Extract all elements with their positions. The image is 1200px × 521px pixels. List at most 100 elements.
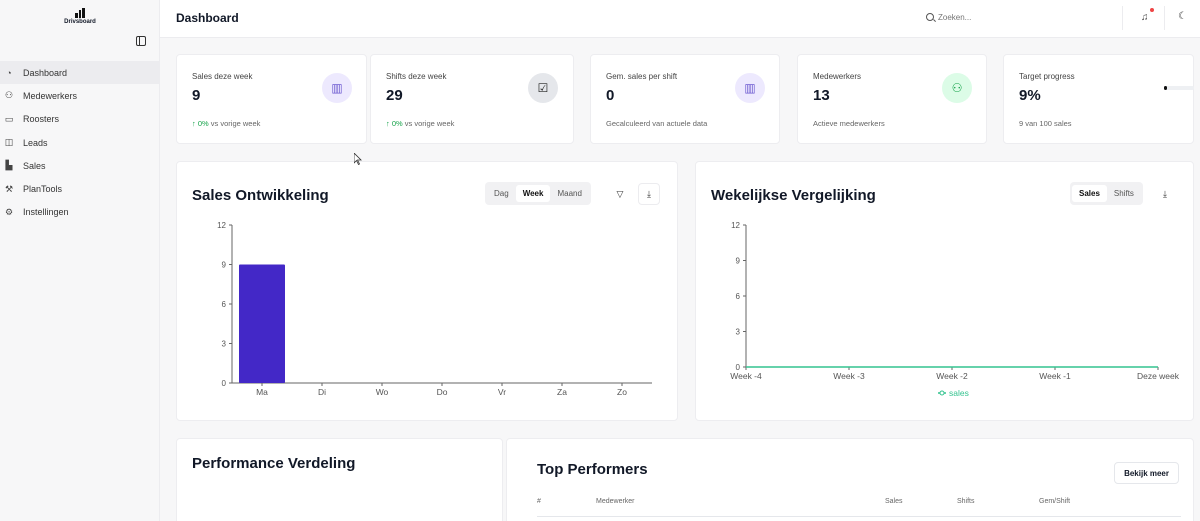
weekly-chart-panel: Wekelijkse Vergelijking Sales Shifts ⤓ 0… (695, 161, 1194, 421)
sidebar-item-sales[interactable]: ▙ Sales (0, 154, 160, 177)
y-tick-label: 3 (736, 328, 741, 337)
bar-chart-icon: ▙ (5, 160, 13, 171)
tab-week[interactable]: Week (515, 185, 551, 202)
app-logo[interactable]: Drivsboard (60, 8, 100, 25)
stat-label: Target progress (1019, 72, 1075, 81)
sidebar-nav: ◔ Dashboard ⚇ Medewerkers ▭ Roosters ◫ L… (0, 61, 160, 224)
period-tabs: Dag Week Maand (485, 182, 591, 205)
sidebar-item-label: Medewerkers (23, 90, 78, 101)
x-tick-label: Vr (498, 387, 506, 397)
page-title: Dashboard (176, 11, 239, 25)
y-tick-label: 9 (736, 257, 741, 266)
header-divider (1122, 6, 1123, 30)
stat-value: 13 (813, 87, 830, 104)
download-icon[interactable]: ⤓ (1154, 183, 1176, 205)
column-header: Medewerker (596, 498, 635, 505)
x-tick-label: Week -4 (730, 371, 762, 381)
bell-icon[interactable]: ♫ (1141, 12, 1151, 23)
performance-panel: Performance Verdeling (176, 438, 503, 521)
sidebar-item-label: Dashboard (23, 67, 68, 78)
target-progress-fill (1164, 86, 1167, 90)
sidebar-item-label: Leads (23, 137, 48, 148)
sidebar-item-leads[interactable]: ◫ Leads (0, 131, 160, 154)
calendar-check-icon: ☑ (528, 73, 558, 103)
column-header: Shifts (957, 498, 975, 505)
download-icon[interactable]: ⤓ (638, 183, 660, 205)
moon-icon[interactable]: ☾ (1178, 11, 1187, 22)
top-header: Dashboard ♫ ☾ (160, 0, 1200, 38)
tab-shifts[interactable]: Shifts (1107, 185, 1141, 202)
stat-label: Gem. sales per shift (606, 72, 678, 81)
stat-label: Medewerkers (813, 72, 862, 81)
x-tick-label: Week -2 (936, 371, 968, 381)
sidebar-item-label: PlanTools (23, 184, 63, 195)
stat-value: 0 (606, 87, 615, 104)
sidebar-item-plantools[interactable]: ⚒ PlanTools (0, 177, 160, 200)
stat-card-shifts: Shifts deze week 29 ↑ 0% vs vorige week … (370, 54, 574, 144)
column-header: # (537, 498, 541, 505)
logo-icon (75, 8, 86, 18)
sidebar-item-instellingen[interactable]: ⚙ Instellingen (0, 201, 160, 224)
sidebar-item-label: Instellingen (23, 207, 69, 218)
search-input[interactable] (938, 12, 1088, 22)
stat-label: Shifts deze week (386, 72, 447, 81)
panel-title: Performance Verdeling (192, 455, 356, 472)
top-performers-panel: Top Performers Bekijk meer # Medewerker … (506, 438, 1194, 521)
filter-icon[interactable]: ▽ (609, 183, 631, 205)
stat-subtext: 9 van 100 sales (1019, 119, 1072, 128)
stat-card-target: Target progress 9% 9 van 100 sales (1003, 54, 1194, 144)
gear-icon: ⚙ (4, 206, 14, 217)
search-box[interactable] (926, 9, 1106, 25)
sidebar-item-label: Roosters (23, 114, 60, 125)
sales-bar-chart: 0 3 6 9 12 Ma Di Wo Do Vr Za Zo (217, 221, 652, 397)
column-header: Sales (885, 498, 903, 505)
stat-value: 29 (386, 87, 403, 104)
stat-card-avg: Gem. sales per shift 0 Gecalculeerd van … (590, 54, 780, 144)
x-tick-label: Do (437, 387, 448, 397)
sidebar-item-dashboard[interactable]: ◔ Dashboard (0, 61, 160, 85)
stat-trend: ↑ 0% vs vorige week (192, 119, 261, 128)
tab-dag[interactable]: Dag (487, 185, 516, 202)
panel-title: Wekelijkse Vergelijking (711, 187, 876, 204)
users-icon: ⚇ (4, 90, 14, 101)
panel-title: Top Performers (537, 461, 648, 478)
book-icon: ◫ (4, 137, 14, 148)
panel-title: Sales Ontwikkeling (192, 187, 329, 204)
stat-value: 9 (192, 87, 201, 104)
sales-chart-panel: Sales Ontwikkeling Dag Week Maand ▽ ⤓ 0 3… (176, 161, 678, 421)
y-tick-label: 6 (222, 300, 227, 309)
y-tick-label: 0 (222, 379, 227, 388)
y-tick-label: 6 (736, 292, 741, 301)
stat-trend: ↑ 0% vs vorige week (386, 119, 455, 128)
bar-chart-icon: ▥ (322, 73, 352, 103)
x-tick-label: Di (318, 387, 326, 397)
x-tick-label: Week -3 (833, 371, 865, 381)
sidebar-toggle-icon[interactable] (136, 36, 146, 46)
table-divider (537, 516, 1181, 517)
y-tick-label: 9 (222, 261, 227, 270)
stat-card-sales: Sales deze week 9 ↑ 0% vs vorige week ▥ (176, 54, 367, 144)
x-tick-label: Za (557, 387, 567, 397)
header-divider (1164, 6, 1165, 30)
stat-label: Sales deze week (192, 72, 253, 81)
users-icon: ⚇ (942, 73, 972, 103)
mouse-cursor-icon (354, 153, 362, 165)
bar-chart-icon: ▥ (735, 73, 765, 103)
sidebar-item-roosters[interactable]: ▭ Roosters (0, 108, 160, 131)
view-more-button[interactable]: Bekijk meer (1114, 462, 1179, 484)
sidebar-item-medewerkers[interactable]: ⚇ Medewerkers (0, 84, 160, 107)
legend-marker (939, 390, 945, 396)
y-tick-label: 3 (222, 340, 227, 349)
search-icon (926, 13, 934, 21)
target-progress-bar (1164, 86, 1194, 90)
stat-subtext: Actieve medewerkers (813, 119, 885, 128)
dashboard-icon: ◔ (6, 67, 12, 78)
stat-value: 9% (1019, 87, 1041, 104)
bar (239, 264, 285, 383)
y-tick-label: 12 (217, 221, 226, 230)
wrench-icon: ⚒ (4, 183, 14, 194)
tab-maand[interactable]: Maand (550, 185, 588, 202)
metric-tabs: Sales Shifts (1070, 182, 1143, 205)
tab-sales[interactable]: Sales (1072, 185, 1107, 202)
x-tick-label: Deze week (1137, 371, 1180, 381)
